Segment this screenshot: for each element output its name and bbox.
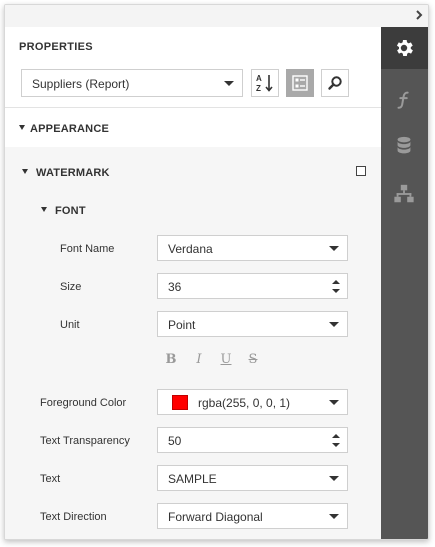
spin-down-icon[interactable]	[332, 443, 340, 447]
expand-arrow-icon[interactable]	[19, 125, 25, 130]
hierarchy-icon	[393, 184, 414, 203]
text-direction-dropdown[interactable]: Forward Diagonal	[157, 503, 348, 529]
spin-up-icon[interactable]	[332, 434, 340, 438]
font-name-label: Font Name	[60, 243, 115, 255]
report-selector[interactable]: Suppliers (Report)	[21, 69, 243, 97]
panel-top-bar	[5, 5, 428, 27]
side-navigation	[379, 27, 428, 539]
gear-icon	[396, 40, 413, 56]
text-transparency-label: Text Transparency	[40, 435, 130, 447]
categorized-view-button[interactable]	[286, 69, 314, 97]
font-name-dropdown[interactable]: Verdana	[157, 235, 348, 261]
foreground-color-label: Foreground Color	[40, 397, 127, 409]
expressions-tab[interactable]	[379, 79, 428, 121]
chevron-down-icon	[224, 81, 234, 86]
unit-label: Unit	[60, 319, 80, 331]
search-icon	[328, 76, 342, 90]
watermark-enabled-checkbox[interactable]	[356, 166, 366, 176]
text-dropdown[interactable]: SAMPLE	[157, 465, 348, 491]
properties-panel: PROPERTIES Suppliers (Report) A Z APPEAR…	[4, 4, 429, 540]
italic-button[interactable]: I	[191, 352, 207, 368]
appearance-section-header[interactable]: APPEARANCE	[30, 123, 109, 135]
panel-title: PROPERTIES	[19, 41, 93, 53]
chevron-down-icon	[329, 246, 339, 251]
chevron-right-icon	[416, 10, 423, 20]
svg-text:A: A	[256, 74, 262, 83]
sort-alphabetical-icon: A Z	[256, 74, 273, 93]
size-label: Size	[60, 281, 82, 293]
text-value: SAMPLE	[168, 472, 217, 486]
spin-down-icon[interactable]	[332, 289, 340, 293]
search-button[interactable]	[321, 69, 349, 97]
font-section-header[interactable]: FONT	[55, 205, 86, 217]
text-transparency-value: 50	[168, 434, 182, 448]
database-icon	[397, 136, 410, 154]
chevron-down-icon	[329, 514, 339, 519]
text-label: Text	[40, 473, 61, 485]
chevron-down-icon	[329, 476, 339, 481]
properties-content: PROPERTIES Suppliers (Report) A Z APPEAR…	[5, 27, 381, 540]
size-spinner[interactable]: 36	[157, 273, 348, 299]
divider	[5, 107, 381, 108]
spin-up-icon[interactable]	[332, 280, 340, 284]
properties-tab[interactable]	[379, 27, 428, 69]
report-explorer-tab[interactable]	[379, 173, 428, 215]
chevron-down-icon	[329, 400, 339, 405]
bold-button[interactable]: B	[163, 352, 179, 368]
next-property-field[interactable]	[157, 539, 348, 540]
collapse-panel-button[interactable]	[412, 8, 426, 22]
text-direction-label: Text Direction	[40, 511, 107, 523]
expand-arrow-icon[interactable]	[41, 207, 47, 212]
categorized-icon	[292, 75, 308, 91]
foreground-color-picker[interactable]: rgba(255, 0, 0, 1)	[157, 389, 348, 415]
expand-arrow-icon[interactable]	[22, 169, 28, 174]
font-name-value: Verdana	[168, 242, 213, 256]
chevron-down-icon	[329, 322, 339, 327]
foreground-color-value: rgba(255, 0, 0, 1)	[198, 396, 291, 410]
text-direction-value: Forward Diagonal	[168, 510, 263, 524]
strikeout-button[interactable]: S	[245, 352, 261, 368]
report-selector-value: Suppliers (Report)	[32, 77, 130, 91]
function-icon	[396, 91, 409, 109]
svg-text:Z: Z	[256, 84, 261, 93]
size-value: 36	[168, 280, 182, 294]
field-list-tab[interactable]	[379, 125, 428, 167]
underline-button[interactable]: U	[218, 352, 234, 368]
color-swatch	[172, 395, 188, 410]
sort-alphabetical-button[interactable]: A Z	[251, 69, 279, 97]
watermark-section-header[interactable]: WATERMARK	[36, 167, 110, 179]
unit-dropdown[interactable]: Point	[157, 311, 348, 337]
text-transparency-spinner[interactable]: 50	[157, 427, 348, 453]
unit-value: Point	[168, 318, 196, 332]
